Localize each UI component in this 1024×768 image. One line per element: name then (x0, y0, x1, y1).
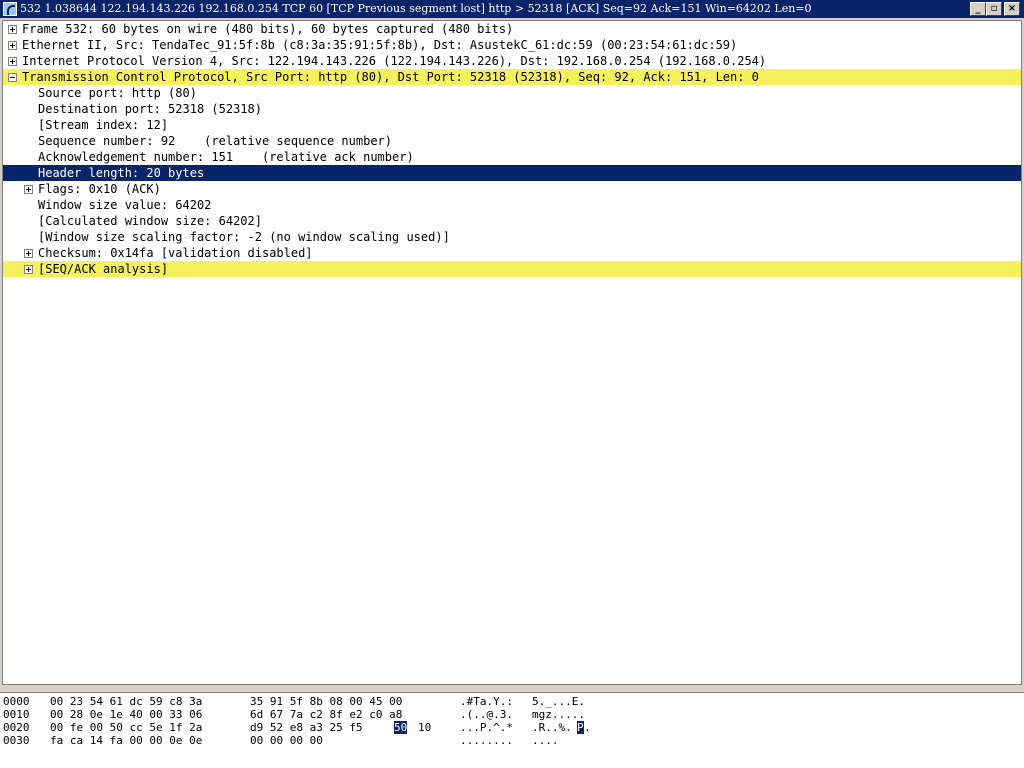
ascii-bytes-2-pre: .R..%. (532, 721, 572, 734)
tree-row-ipv4[interactable]: Internet Protocol Version 4, Src: 122.19… (3, 53, 1021, 69)
tree-row-seq-ack-analysis[interactable]: [SEQ/ACK analysis] (3, 261, 1021, 277)
tree-row-label: Checksum: 0x14fa [validation disabled] (38, 246, 313, 260)
expand-plus-icon[interactable] (24, 265, 33, 274)
tree-row-tcp[interactable]: Transmission Control Protocol, Src Port:… (3, 69, 1021, 85)
tree-row-label: Acknowledgement number: 151 (relative ac… (38, 150, 414, 164)
tree-row-flags[interactable]: Flags: 0x10 (ACK) (3, 181, 1021, 197)
ascii-bytes-2-post: . (584, 721, 591, 734)
wireshark-app-icon[interactable] (3, 2, 17, 16)
hex-offset: 0000 (3, 695, 30, 708)
tree-row-label: [Calculated window size: 64202] (38, 214, 262, 228)
tree-row-label: Window size value: 64202 (38, 198, 212, 212)
close-button[interactable]: × (1004, 2, 1020, 16)
hex-offset: 0030 (3, 734, 30, 747)
collapse-minus-icon[interactable] (8, 73, 17, 82)
hex-bytes-1: 00 23 54 61 dc 59 c8 3a (50, 695, 203, 708)
expand-plus-icon[interactable] (8, 41, 17, 50)
packet-bytes-pane[interactable]: 0000 00 23 54 61 dc 59 c8 3a 35 91 5f 8b… (0, 692, 1024, 768)
hex-bytes-2-post: 10 (418, 721, 432, 734)
tree-row-window-size[interactable]: Window size value: 64202 (3, 197, 1021, 213)
packet-details-pane[interactable]: Frame 532: 60 bytes on wire (480 bits), … (2, 20, 1022, 685)
hex-bytes-1: fa ca 14 fa 00 00 0e 0e (50, 734, 203, 747)
ascii-bytes-1: ........ (460, 734, 513, 747)
ascii-bytes-2: .... (532, 734, 559, 747)
ascii-bytes-2: mgz..... (532, 708, 585, 721)
hex-bytes-2: 00 00 00 00 (250, 734, 323, 747)
tree-row-label: Sequence number: 92 (relative sequence n… (38, 134, 393, 148)
tree-row-window-scaling[interactable]: [Window size scaling factor: -2 (no wind… (3, 229, 1021, 245)
tree-row-ethernet[interactable]: Ethernet II, Src: TendaTec_91:5f:8b (c8:… (3, 37, 1021, 53)
tree-row-label: [SEQ/ACK analysis] (38, 262, 169, 276)
tree-row-ack-number[interactable]: Acknowledgement number: 151 (relative ac… (3, 149, 1021, 165)
window-title: 532 1.038644 122.194.143.226 192.168.0.2… (20, 2, 812, 15)
ascii-bytes-1: ...P.^.* (460, 721, 513, 734)
tree-row-sequence-number[interactable]: Sequence number: 92 (relative sequence n… (3, 133, 1021, 149)
tree-row-label: Header length: 20 bytes (38, 166, 205, 180)
expand-plus-icon[interactable] (24, 185, 33, 194)
hex-offset: 0010 (3, 708, 30, 721)
ascii-bytes-1: .(..@.3. (460, 708, 513, 721)
ascii-bytes-2: 5._...E. (532, 695, 585, 708)
tree-row-label: Destination port: 52318 (52318) (38, 102, 262, 116)
hex-bytes-2: 35 91 5f 8b 08 00 45 00 (250, 695, 403, 708)
tree-row-label: Ethernet II, Src: TendaTec_91:5f:8b (c8:… (22, 38, 738, 52)
hex-offset: 0020 (3, 721, 30, 734)
expand-plus-icon[interactable] (24, 249, 33, 258)
hex-byte-selected[interactable]: 50 (394, 721, 408, 734)
tree-row-label: [Window size scaling factor: -2 (no wind… (38, 230, 450, 244)
maximize-button[interactable]: ▫ (986, 2, 1002, 16)
tree-row-header-length[interactable]: Header length: 20 bytes (3, 165, 1021, 181)
tree-row-calc-window-size[interactable]: [Calculated window size: 64202] (3, 213, 1021, 229)
hex-bytes-2: 6d 67 7a c2 8f e2 c0 a8 (250, 708, 403, 721)
tree-row-label: Transmission Control Protocol, Src Port:… (22, 70, 759, 84)
tree-row-label: Flags: 0x10 (ACK) (38, 182, 161, 196)
tree-row-source-port[interactable]: Source port: http (80) (3, 85, 1021, 101)
tree-row-label: [Stream index: 12] (38, 118, 169, 132)
expand-plus-icon[interactable] (8, 25, 17, 34)
minimize-button[interactable]: _ (970, 2, 986, 16)
hex-bytes-1: 00 28 0e 1e 40 00 33 06 (50, 708, 203, 721)
tree-row-destination-port[interactable]: Destination port: 52318 (52318) (3, 101, 1021, 117)
expand-plus-icon[interactable] (8, 57, 17, 66)
tree-row-label: Source port: http (80) (38, 86, 197, 100)
tree-row-frame[interactable]: Frame 532: 60 bytes on wire (480 bits), … (3, 21, 1021, 37)
ascii-bytes-1: .#Ta.Y.: (460, 695, 513, 708)
hex-bytes-1: 00 fe 00 50 cc 5e 1f 2a (50, 721, 203, 734)
hex-bytes-2-pre: d9 52 e8 a3 25 f5 (250, 721, 363, 734)
ascii-byte-selected[interactable]: P (577, 721, 584, 734)
tree-row-stream-index[interactable]: [Stream index: 12] (3, 117, 1021, 133)
tree-row-checksum[interactable]: Checksum: 0x14fa [validation disabled] (3, 245, 1021, 261)
tree-row-label: Internet Protocol Version 4, Src: 122.19… (22, 54, 767, 68)
tree-row-label: Frame 532: 60 bytes on wire (480 bits), … (22, 22, 514, 36)
window-titlebar[interactable]: 532 1.038644 122.194.143.226 192.168.0.2… (0, 0, 1024, 18)
